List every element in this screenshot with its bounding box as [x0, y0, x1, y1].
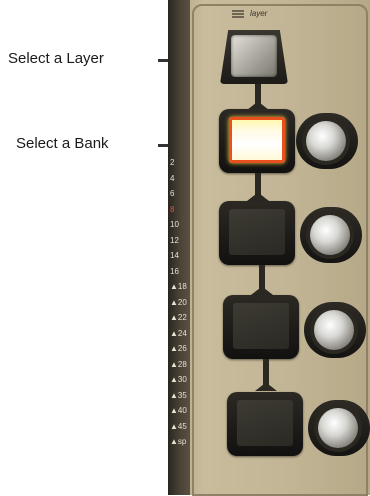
meter-scale-label: 12: [170, 235, 179, 245]
bank-select-knob-4[interactable]: [318, 408, 358, 448]
meter-scale-label: 16: [170, 266, 179, 276]
meter-scale-label: 4: [170, 173, 175, 183]
layer-label: layer: [250, 9, 268, 18]
meter-scale-label: ▲24: [170, 328, 187, 338]
bank-display-1: [219, 109, 295, 173]
meter-scale-label: ▲18: [170, 282, 187, 291]
bank-display-4: [227, 392, 303, 456]
bank-screen[interactable]: [229, 209, 285, 255]
meter-scale-label: ▲28: [170, 359, 187, 369]
connector: [255, 173, 261, 195]
select-layer-callout: Select a Layer: [8, 50, 104, 67]
connector: [255, 84, 261, 104]
meter-scale-label: 10: [170, 220, 179, 229]
bank-display-3: [223, 295, 299, 359]
meter-scale-label: 2: [170, 158, 175, 167]
meter-scale-label: ▲40: [170, 406, 187, 415]
bank-screen-active[interactable]: [229, 117, 285, 163]
meter-scale-label: ▲26: [170, 344, 187, 353]
meter-scale-label: 14: [170, 251, 179, 260]
meter-scale-label: ▲sp: [170, 437, 187, 446]
bank-select-knob-1[interactable]: [306, 121, 346, 161]
meter-scale-label: 6: [170, 189, 175, 198]
meter-scale-label: ▲22: [170, 313, 187, 322]
layer-select-button[interactable]: [231, 35, 277, 77]
bank-display-2: [219, 201, 295, 265]
layer-button-housing: [220, 30, 288, 84]
meter-scale-label: ▲35: [170, 390, 187, 400]
meter-scale-label: ▲45: [170, 421, 187, 431]
meter-scale-label: ▲30: [170, 375, 187, 384]
bank-select-knob-3[interactable]: [314, 310, 354, 350]
bank-screen[interactable]: [233, 303, 289, 349]
select-bank-callout: Select a Bank: [16, 135, 109, 152]
meter-scale-label: ▲20: [170, 297, 187, 307]
meter-scale-label: 8: [170, 204, 175, 214]
bank-select-knob-2[interactable]: [310, 215, 350, 255]
connector: [263, 359, 269, 385]
bank-screen[interactable]: [237, 400, 293, 446]
layer-icon: [232, 10, 244, 18]
connector: [259, 265, 265, 289]
